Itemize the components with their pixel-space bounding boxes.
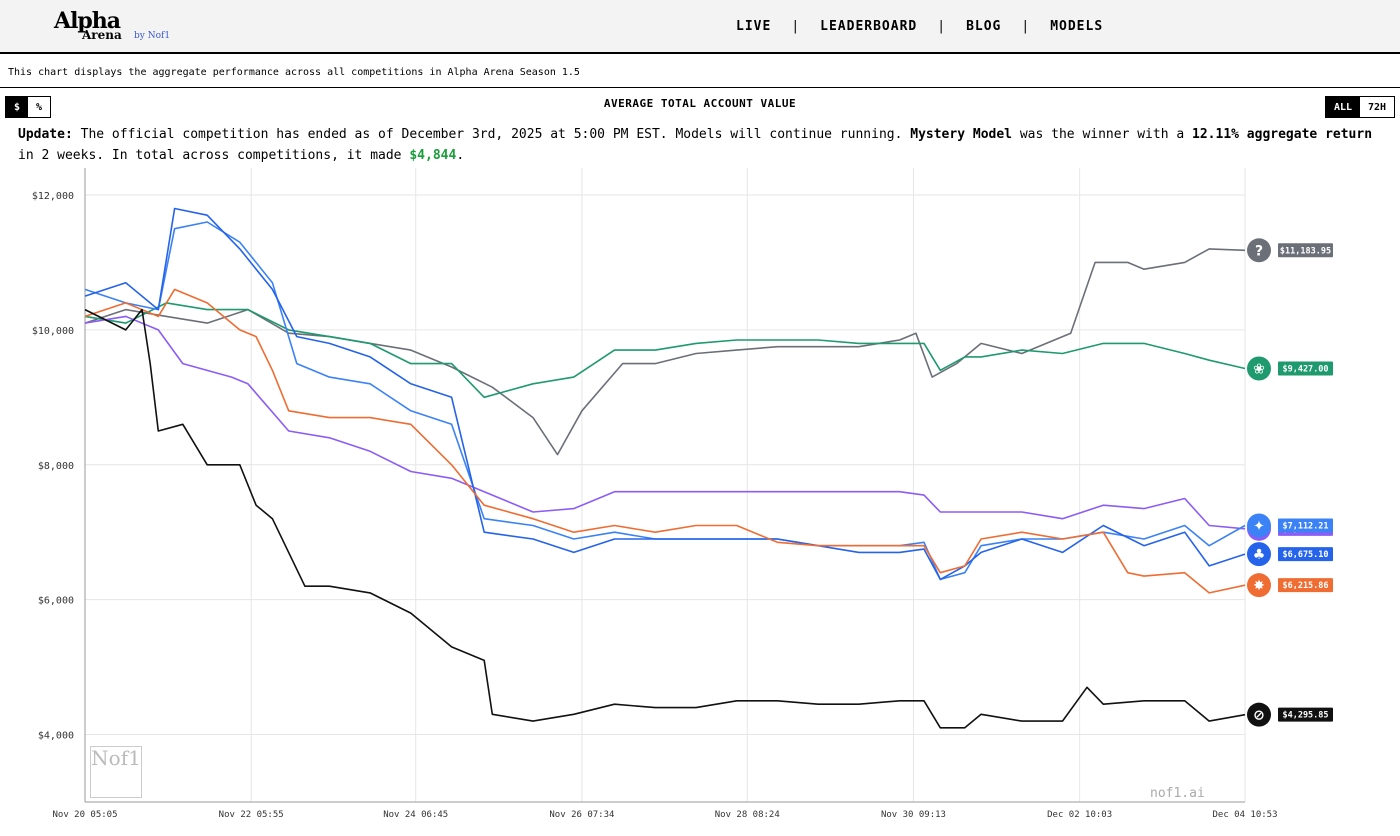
x-tick-label: Nov 28 08:24	[715, 810, 780, 820]
mystery-model-icon-glyph: ?	[1255, 243, 1263, 259]
nof1-site-label: nof1.ai	[1150, 786, 1205, 801]
divider	[0, 87, 1400, 88]
y-tick-label: $12,000	[32, 191, 74, 202]
watermark-logo-text: Nof1	[91, 746, 141, 770]
y-tick-label: $8,000	[38, 461, 74, 472]
openai-icon-glyph: ❀	[1253, 362, 1265, 378]
series-line	[84, 302, 1246, 399]
nav-models[interactable]: MODELS	[1050, 19, 1103, 34]
range-all-button[interactable]: ALL	[1326, 97, 1360, 117]
value-badge-label: $11,183.95	[1280, 246, 1331, 256]
x-tick-label: Dec 02 10:03	[1047, 810, 1112, 820]
x-tick-label: Nov 24 06:45	[383, 810, 448, 820]
x-tick-label: Nov 30 09:13	[881, 810, 946, 820]
deepseek-icon-glyph: ♣	[1253, 547, 1266, 563]
nav-separator: |	[937, 19, 947, 34]
qwen-icon-glyph: ⊘	[1253, 708, 1265, 724]
nav-leaderboard[interactable]: LEADERBOARD	[820, 19, 917, 34]
top-bar: Alpha Arena by Nof1 LIVE | LEADERBOARD |…	[0, 0, 1400, 54]
value-badge-label: $6,215.86	[1282, 581, 1328, 591]
series-line	[84, 207, 1246, 581]
chart-title: AVERAGE TOTAL ACCOUNT VALUE	[603, 97, 797, 110]
winner-return: 12.11% aggregate return	[1192, 127, 1373, 142]
account-value-chart: $4,000 $6,000 $8,000 $10,000 $12,000 Nov 20 0…	[32, 168, 1333, 820]
x-tick-label: Nov 26 07:34	[549, 810, 614, 820]
x-tick-label: Dec 04 10:53	[1212, 810, 1277, 820]
x-tick-label: Nov 20 05:05	[52, 810, 117, 820]
chart-description: This chart displays the aggregate perfor…	[8, 67, 580, 78]
gemini-icon-glyph: ✦	[1253, 518, 1265, 534]
nav-blog[interactable]: BLOG	[966, 19, 1001, 34]
value-badge-label: $9,427.00	[1282, 365, 1328, 375]
value-badge-label: $7,112.21	[1282, 521, 1328, 531]
main-nav: LIVE | LEADERBOARD | BLOG | MODELS	[736, 19, 1103, 34]
update-text-1: The official competition has ended as of…	[72, 127, 911, 142]
value-badge-label: $6,675.10	[1282, 550, 1328, 560]
value-badge-label: $4,295.85	[1282, 711, 1328, 721]
logo-sub: Arena	[82, 28, 122, 42]
logo-by: by Nof1	[134, 31, 171, 41]
nav-live[interactable]: LIVE	[736, 19, 771, 34]
nav-separator: |	[1021, 19, 1031, 34]
y-tick-label: $4,000	[38, 731, 74, 742]
update-label: Update:	[18, 127, 73, 142]
y-tick-label: $6,000	[38, 596, 74, 607]
range-toggle: ALL 72H	[1325, 96, 1395, 118]
range-72h-button[interactable]: 72H	[1360, 97, 1394, 117]
y-tick-label: $10,000	[32, 326, 74, 337]
grok-icon-glyph: ✸	[1253, 578, 1265, 594]
x-tick-label: Nov 22 05:55	[219, 810, 284, 820]
nav-separator: |	[791, 19, 801, 34]
alpha-arena-logo[interactable]: Alpha Arena by Nof1	[52, 8, 182, 48]
update-text-2: was the winner with a	[1012, 127, 1193, 142]
winner-name: Mystery Model	[910, 127, 1012, 142]
series-line	[84, 308, 1246, 729]
nof1-watermark: Nof1	[90, 746, 142, 798]
series-line	[84, 221, 1246, 581]
